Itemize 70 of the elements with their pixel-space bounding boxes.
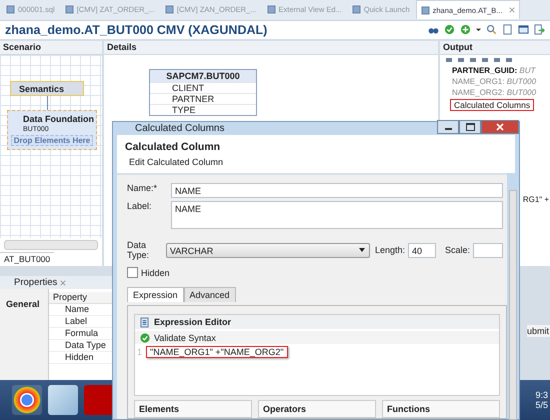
node-title: Data Foundation (22, 114, 93, 124)
length-field[interactable]: 40 (408, 242, 436, 258)
validate-syntax-button[interactable]: Validate Syntax (135, 331, 499, 344)
data-type-dropdown[interactable]: VARCHAR (166, 242, 370, 258)
name-field[interactable]: NAME (171, 183, 503, 198)
window-icon[interactable] (518, 24, 529, 36)
field-label: Length: (374, 245, 405, 255)
panel-header: Scenario (0, 40, 102, 55)
output-item[interactable]: NAME_ORG1: BUT000 (440, 76, 550, 87)
editor-title: zhana_demo.AT_BUT000 CMV (XAGUNDAL) (5, 22, 268, 37)
dialog-heading: Calculated Column (125, 141, 222, 153)
table-node[interactable]: SAPCM7.BUT000 CLIENT PARTNER TYPE (149, 68, 257, 116)
checkbox-label: Hidden (141, 268, 170, 278)
magnifier-icon[interactable] (486, 24, 497, 36)
column-item[interactable]: PARTNER (150, 92, 256, 104)
label-field[interactable]: NAME (171, 201, 503, 229)
output-item[interactable]: PARTNER_GUID: BUT (440, 64, 550, 76)
scrollbar[interactable] (4, 240, 98, 250)
panel-header: Details (104, 40, 438, 55)
file-icon (266, 5, 276, 14)
clock: 9:3 5/5 (535, 390, 549, 410)
table-node-title: SAPCM7.BUT000 (150, 70, 256, 82)
file-icon (164, 5, 174, 14)
dialog-title: Calculated Columns (135, 123, 224, 134)
file-icon (64, 5, 74, 14)
column-item[interactable]: TYPE (150, 104, 256, 115)
section-title: Expression Editor (154, 317, 232, 327)
output-item[interactable]: NAME_ORG2: BUT000 (440, 86, 550, 98)
tab[interactable]: Advanced (184, 287, 236, 302)
scale-field[interactable] (473, 242, 503, 258)
document-icon[interactable] (502, 24, 513, 36)
field-label: Name:* (127, 183, 158, 193)
column-item[interactable]: CLIENT (150, 82, 256, 93)
pane-header: Functions (382, 400, 500, 418)
column-header: Property (49, 292, 112, 304)
close-icon[interactable] (60, 280, 66, 286)
folder-item[interactable]: Calculated Columns (450, 98, 534, 111)
pane-header: Elements (134, 400, 252, 418)
export-icon[interactable] (534, 24, 545, 36)
scrollbar[interactable] (509, 190, 517, 420)
field-label: Scale: (444, 245, 470, 255)
tab[interactable]: Expression (127, 287, 184, 302)
pdf-icon[interactable] (84, 385, 114, 416)
file-icon (420, 6, 430, 15)
file-icon (6, 5, 15, 14)
line-number: 1 (136, 347, 142, 357)
dialog-subtitle: Edit Calculated Column (128, 157, 224, 167)
checkbox[interactable] (127, 267, 138, 278)
close-icon[interactable] (508, 7, 515, 14)
caret-icon (358, 248, 365, 252)
file-icon (352, 5, 361, 14)
submit-button[interactable]: ubmit (526, 325, 550, 338)
close-button[interactable] (481, 120, 519, 134)
semantics-node[interactable]: Semantics (10, 80, 84, 96)
view-tab[interactable]: AT_BUT000 (0, 252, 54, 266)
browser-icon[interactable] (12, 385, 42, 416)
editor-icon (140, 316, 149, 328)
panel-header: Output (440, 40, 550, 55)
maximize-button[interactable] (459, 120, 481, 134)
minimize-button[interactable] (437, 120, 459, 134)
close-icon (496, 122, 504, 130)
field-label: Data Type: (127, 240, 150, 260)
notepad-icon[interactable] (48, 385, 78, 416)
expression-text: RG1" + (522, 194, 550, 204)
pane-header: Operators (258, 400, 376, 418)
check-icon (140, 332, 150, 342)
drop-zone: Drop Elements Here (11, 134, 93, 146)
field-label: Label: (127, 201, 153, 211)
check-icon[interactable] (444, 24, 455, 36)
general-tab[interactable]: General (0, 289, 49, 380)
